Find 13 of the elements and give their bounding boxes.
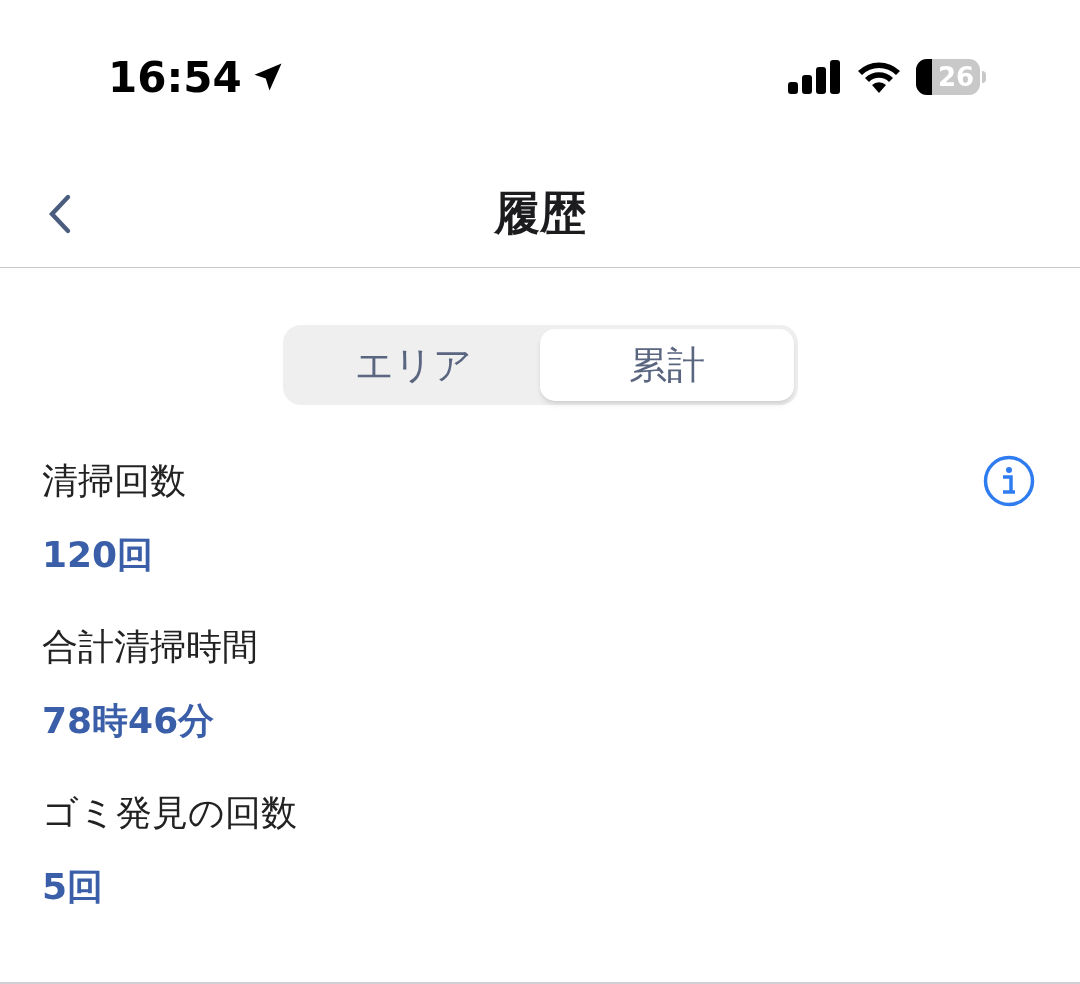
signal-icon (788, 60, 842, 94)
segment-tab[interactable]: 累計 (540, 329, 794, 401)
stat-value: 120回 (42, 533, 154, 577)
status-time: 16:54 (108, 51, 242, 104)
page-title: 履歴 (494, 185, 586, 242)
segment-tab[interactable]: エリア (286, 329, 540, 401)
stat-value: 78時46分 (42, 699, 215, 743)
info-icon[interactable] (983, 455, 1035, 507)
stat-value: 5回 (42, 865, 104, 909)
stat-label: 清掃回数 (42, 459, 186, 503)
stat-label: 合計清掃時間 (42, 625, 258, 669)
stat-label: ゴミ発見の回数 (42, 791, 297, 835)
wifi-icon (856, 60, 902, 94)
